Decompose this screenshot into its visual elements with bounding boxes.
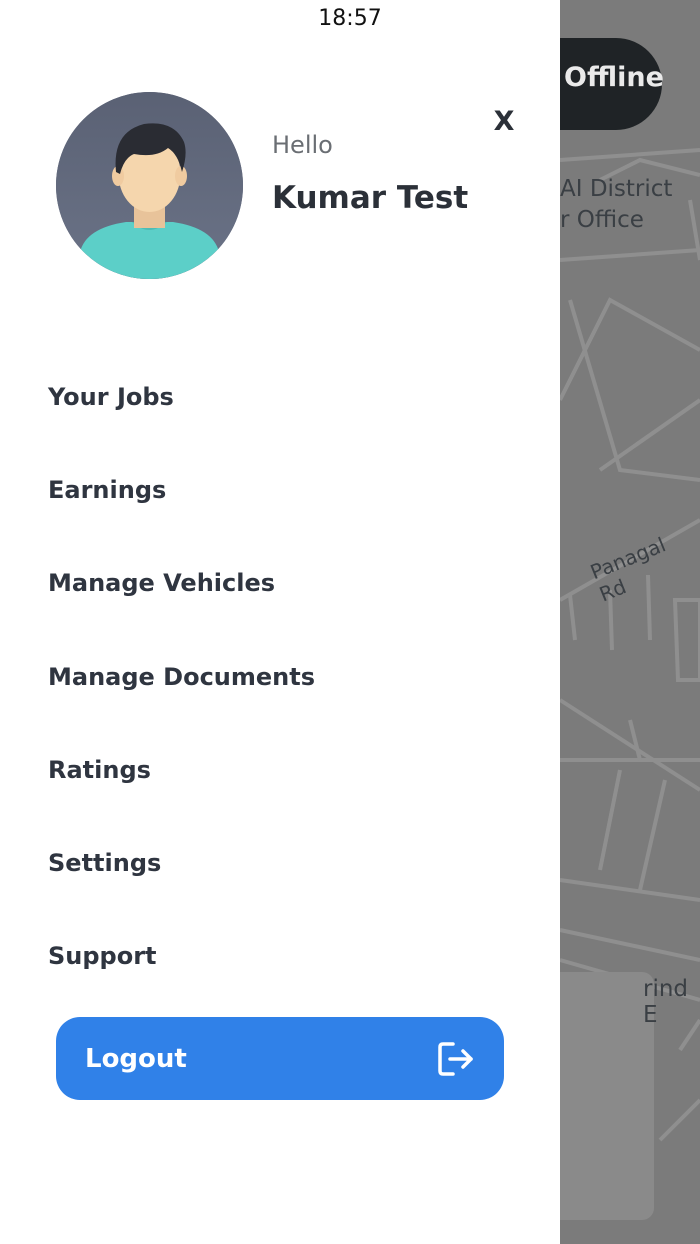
- menu-item-support[interactable]: Support: [48, 910, 508, 1003]
- drawer-menu: Your Jobs Earnings Manage Vehicles Manag…: [48, 350, 508, 1003]
- logout-icon: [438, 1041, 473, 1076]
- menu-item-settings[interactable]: Settings: [48, 816, 508, 909]
- close-drawer-button[interactable]: X: [488, 104, 520, 140]
- user-name: Kumar Test: [272, 180, 469, 216]
- side-drawer: Hello Kumar Test X Your Jobs Earnings Ma…: [0, 0, 560, 1244]
- map-label-bottom: rind E: [643, 976, 689, 1028]
- avatar[interactable]: [56, 92, 243, 279]
- menu-item-your-jobs[interactable]: Your Jobs: [48, 350, 508, 443]
- greeting-text: Hello: [272, 131, 333, 159]
- map-label-district: AI District: [560, 176, 673, 202]
- menu-item-manage-vehicles[interactable]: Manage Vehicles: [48, 537, 508, 630]
- map-bottom-card: [560, 972, 654, 1220]
- menu-item-manage-documents[interactable]: Manage Documents: [48, 630, 508, 723]
- user-avatar-icon: [56, 92, 243, 279]
- map-label-office: r Office: [560, 207, 644, 233]
- logout-button[interactable]: Logout: [56, 1017, 504, 1100]
- logout-label: Logout: [85, 1043, 187, 1074]
- menu-item-earnings[interactable]: Earnings: [48, 443, 508, 536]
- status-bar-time: 18:57: [318, 6, 382, 31]
- online-status-label: Offline: [564, 62, 664, 93]
- menu-item-ratings[interactable]: Ratings: [48, 723, 508, 816]
